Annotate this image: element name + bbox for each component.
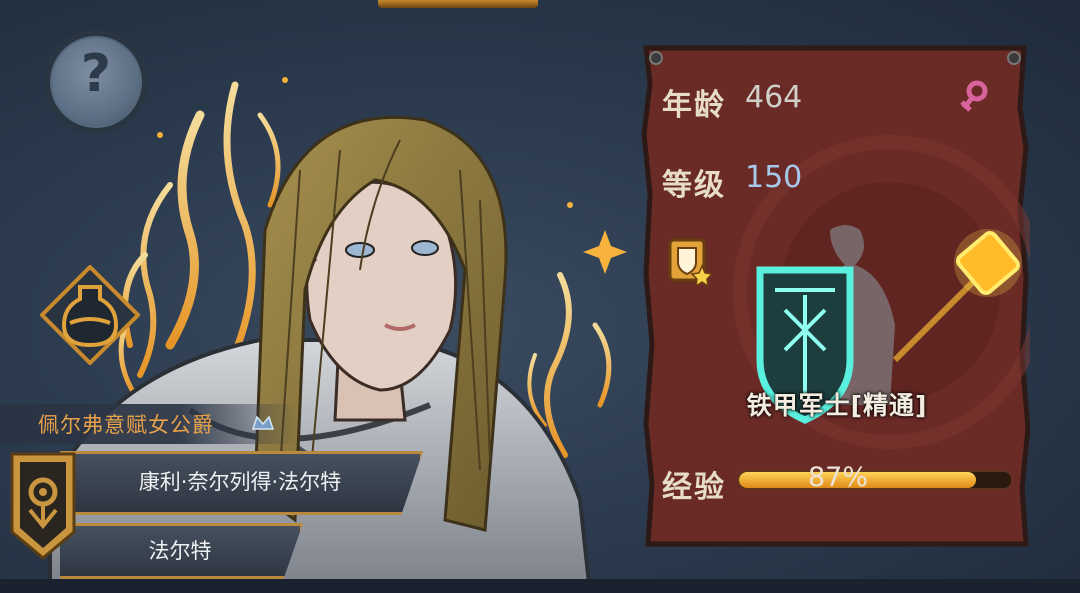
class-name: 铁甲军士[精通] xyxy=(746,391,928,420)
level-value: 150 xyxy=(745,160,803,195)
level-label: 等级 xyxy=(662,168,726,203)
character-family-name: 法尔特 xyxy=(148,539,212,563)
noble-title: 佩尔弗意赋女公爵 xyxy=(38,413,214,437)
character-portrait xyxy=(48,115,593,593)
top-frame-fragment xyxy=(378,0,538,8)
bottom-bar xyxy=(0,579,1080,593)
character-full-name: 康利·奈尔列得·法尔特 xyxy=(138,470,342,494)
female-icon xyxy=(960,80,988,112)
crown-icon xyxy=(251,415,275,430)
exp-percent: 87% xyxy=(807,462,868,493)
age-value: 464 xyxy=(745,80,803,115)
age-label: 年龄 xyxy=(662,88,726,123)
house-banner-icon[interactable] xyxy=(8,450,78,562)
exp-label: 经验 xyxy=(662,470,726,505)
